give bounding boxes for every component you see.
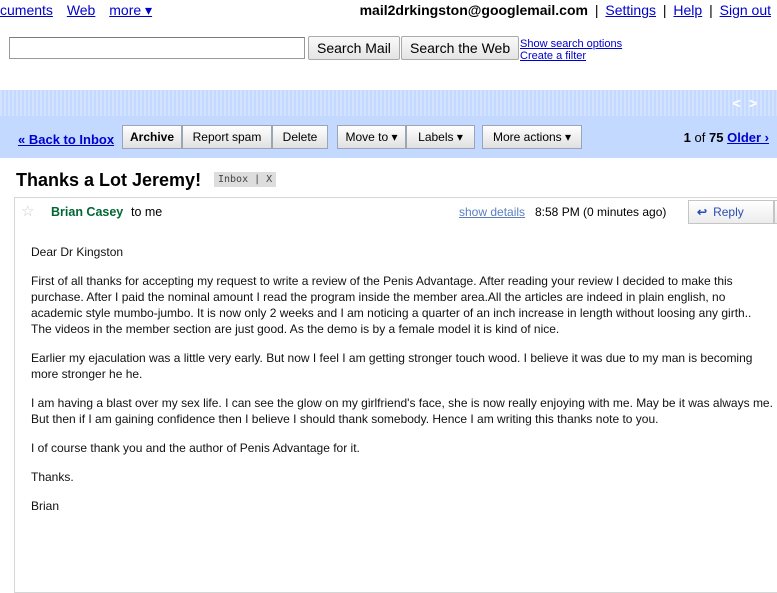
strip-pager: <>	[733, 95, 765, 111]
top-navigation: cuments Web more ▾ mail2drkingston@googl…	[0, 0, 777, 22]
reply-button[interactable]: ↩ Reply	[688, 200, 774, 224]
header-strip: <>	[0, 90, 777, 116]
account-links: mail2drkingston@googlemail.com | Setting…	[360, 2, 771, 18]
labels-dropdown[interactable]: Labels ▾	[406, 125, 475, 149]
star-icon[interactable]: ☆	[21, 202, 34, 220]
inbox-label-chip[interactable]: Inbox | X	[214, 172, 277, 187]
more-actions-dropdown[interactable]: More actions ▾	[482, 125, 582, 149]
next-arrow-icon[interactable]: >	[749, 95, 765, 111]
delete-button[interactable]: Delete	[272, 125, 328, 149]
web-link[interactable]: Web	[67, 2, 96, 18]
signature: Brian	[31, 499, 60, 513]
search-input[interactable]	[9, 37, 305, 59]
help-link[interactable]: Help	[673, 2, 702, 18]
search-options: Show search options Create a filter	[520, 38, 622, 62]
documents-link[interactable]: cuments	[0, 2, 53, 18]
body-paragraph: First of all thanks for accepting my req…	[31, 274, 752, 336]
page-total: 75	[709, 130, 724, 145]
move-to-dropdown[interactable]: Move to ▾	[337, 125, 406, 149]
page-current: 1	[683, 130, 691, 145]
search-web-button[interactable]: Search the Web	[401, 36, 520, 60]
body-paragraph: Earlier my ejaculation was a little very…	[31, 351, 753, 381]
previous-arrow-icon[interactable]: <	[733, 95, 749, 111]
archive-button[interactable]: Archive	[122, 125, 182, 149]
body-paragraph: Thanks.	[31, 470, 74, 484]
sign-out-link[interactable]: Sign out	[720, 2, 771, 18]
more-link[interactable]: more ▾	[109, 2, 152, 18]
separator: |	[662, 2, 667, 18]
sender-name[interactable]: Brian Casey	[51, 205, 123, 219]
message-time: 8:58 PM (0 minutes ago)	[535, 205, 667, 219]
message-subject: Thanks a Lot Jeremy!	[16, 170, 202, 190]
app-links: cuments Web more ▾	[0, 2, 162, 19]
message-toolbar: « Back to Inbox Archive Report spam Dele…	[0, 116, 777, 158]
reply-arrow-icon: ↩	[697, 205, 708, 219]
show-details-link[interactable]: show details	[459, 205, 525, 219]
separator: |	[709, 2, 713, 18]
search-mail-button[interactable]: Search Mail	[308, 36, 400, 60]
separator: |	[594, 2, 599, 18]
message-body: Dear Dr Kingston First of all thanks for…	[31, 244, 773, 527]
body-paragraph: Dear Dr Kingston	[31, 245, 124, 259]
show-search-options-link[interactable]: Show search options	[520, 38, 622, 50]
back-to-inbox-link[interactable]: « Back to Inbox	[18, 132, 114, 147]
report-spam-button[interactable]: Report spam	[182, 125, 272, 149]
conversation-pager: 1 of 75 Older ›	[684, 130, 769, 145]
settings-link[interactable]: Settings	[605, 2, 656, 18]
recipient-text: to me	[131, 205, 163, 219]
page-of: of	[694, 130, 706, 145]
account-email: mail2drkingston@googlemail.com	[359, 2, 588, 18]
body-paragraph: I of course thank you and the author of …	[31, 441, 360, 455]
older-link[interactable]: Older ›	[727, 130, 769, 145]
create-filter-link[interactable]: Create a filter	[520, 50, 622, 62]
body-paragraph: I am having a blast over my sex life. I …	[31, 396, 773, 426]
reply-label: Reply	[713, 205, 744, 219]
